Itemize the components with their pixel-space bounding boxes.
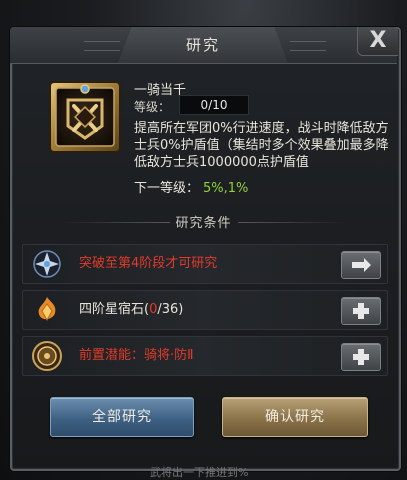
next-level-label: 下一等级： — [134, 181, 200, 196]
window-title: 研究 — [185, 36, 220, 54]
close-button[interactable]: X — [357, 27, 398, 56]
next-level-row: 下一等级： 5%,1% — [134, 177, 248, 196]
close-icon: X — [369, 28, 387, 53]
goto-button[interactable] — [341, 251, 381, 279]
level-value: 0/10 — [179, 95, 249, 115]
next-level-value: 5%,1% — [203, 181, 249, 196]
plus-icon — [353, 349, 369, 365]
banner-shield-icon — [49, 81, 121, 153]
condition-prerequisite-text: 前置潜能：骑将·防Ⅱ — [79, 348, 194, 363]
fire-crystal-icon — [38, 297, 56, 322]
condition-row-material: 四阶星宿石(0/36) — [22, 290, 388, 330]
condition-material-text: 四阶星宿石(0/36) — [79, 291, 183, 329]
condition-stage-text: 突破至第4阶段才可研究 — [79, 256, 218, 271]
star-emblem-icon — [33, 250, 61, 278]
condition-row-prerequisite: 前置潜能：骑将·防Ⅱ — [22, 336, 388, 376]
add-material-button[interactable] — [341, 297, 381, 325]
arrow-right-icon — [352, 258, 371, 272]
skill-description: 提高所在军团0%行进速度，战斗时降低敌方士兵0%护盾值（集结时多个效果叠加最多降… — [134, 121, 389, 170]
material-count-required: /36) — [157, 302, 184, 317]
add-prerequisite-button[interactable] — [341, 343, 381, 371]
round-medal-icon — [32, 341, 62, 371]
condition-row-stage: 突破至第4阶段才可研究 — [22, 244, 388, 284]
confirm-research-button[interactable]: 确认研究 — [222, 397, 368, 437]
research-all-button[interactable]: 全部研究 — [50, 397, 194, 437]
conditions-title: 研究条件 — [175, 216, 232, 231]
footer-text: 武将出一下推进到% — [150, 466, 249, 479]
level-label: 等级： — [134, 100, 171, 114]
material-label: 四阶星宿石( — [79, 302, 150, 317]
title-ornament-left — [84, 41, 120, 51]
plus-icon — [353, 303, 369, 319]
title-ornament-right — [290, 41, 326, 51]
